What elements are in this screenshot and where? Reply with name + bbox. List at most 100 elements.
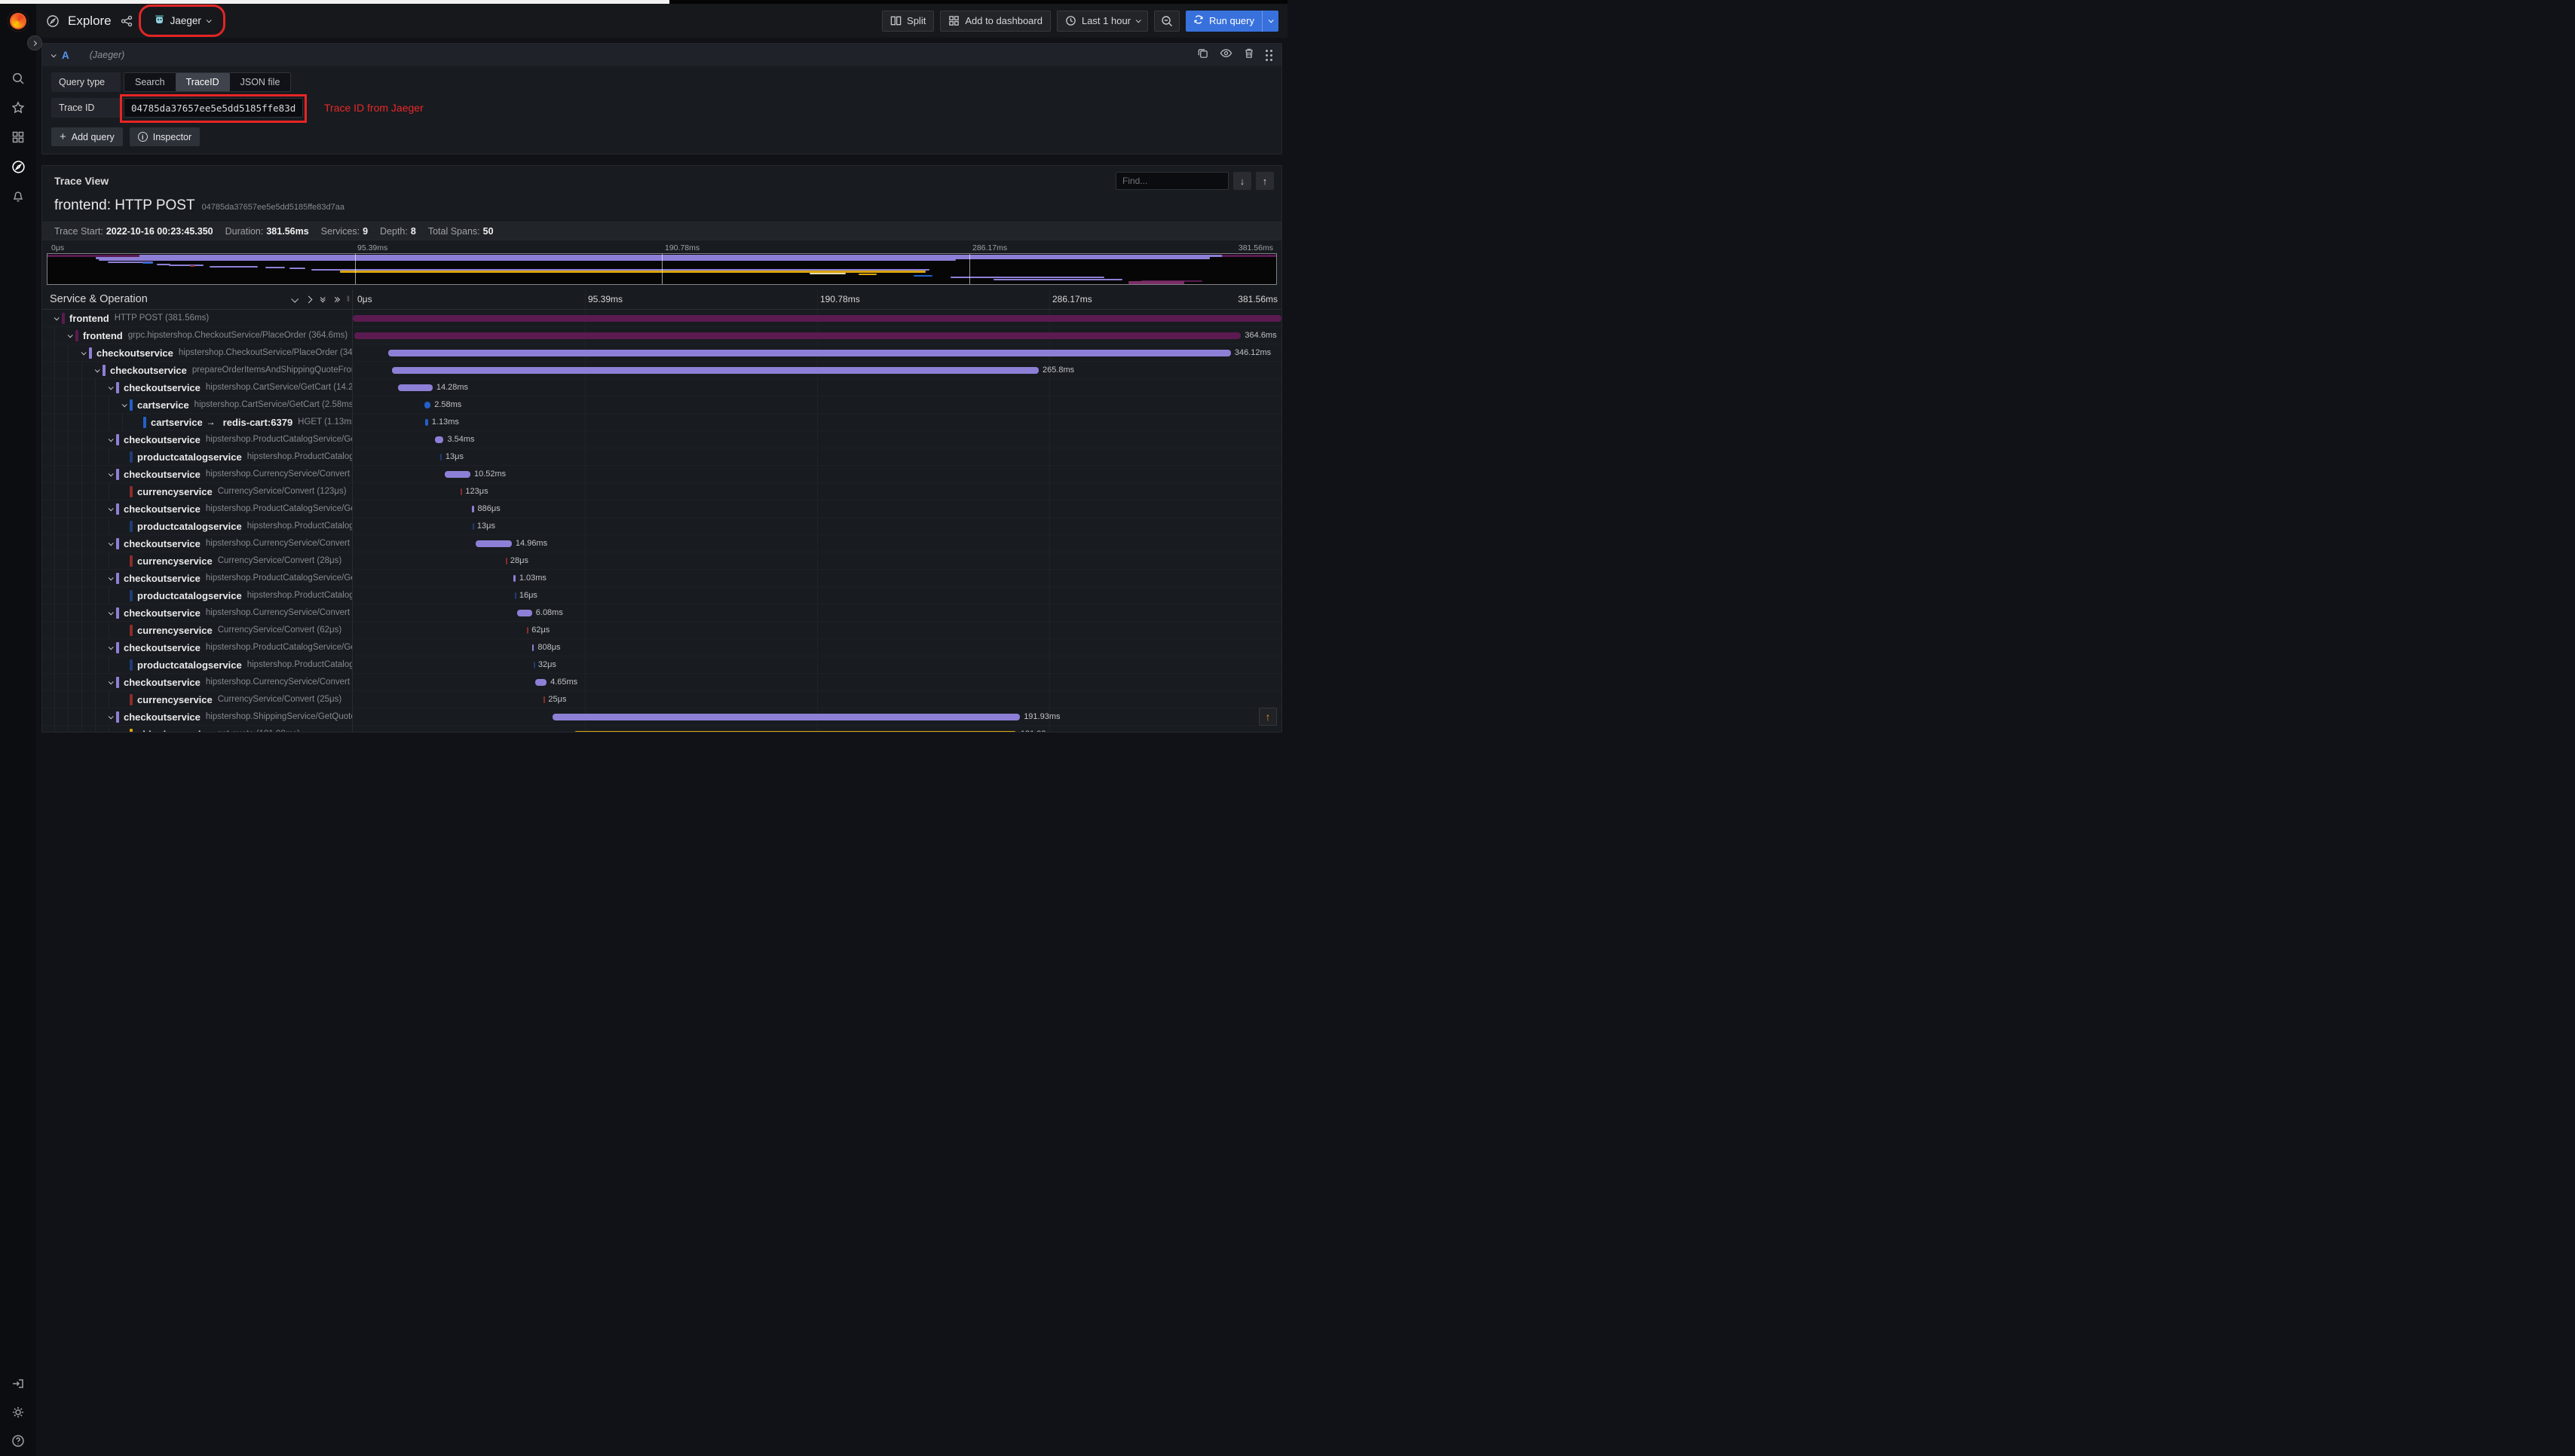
query-type-option-json-file[interactable]: JSON file xyxy=(230,73,291,91)
span-timeline-cell[interactable]: 346.12ms xyxy=(353,344,1281,361)
split-button[interactable]: Split xyxy=(882,10,935,32)
span-row[interactable]: productcatalogservice hipstershop.Product… xyxy=(42,656,1281,674)
span-duration-bar[interactable] xyxy=(425,419,428,426)
span-row[interactable]: checkoutservice hipstershop.CheckoutServi… xyxy=(42,344,1281,362)
span-timeline-cell[interactable]: 2.58ms xyxy=(353,396,1281,413)
span-timeline-cell[interactable]: 123μs xyxy=(353,483,1281,500)
find-next-button[interactable]: ↓ xyxy=(1233,172,1251,190)
span-row[interactable]: currencyservice CurrencyService/Convert (… xyxy=(42,622,1281,639)
trace-minimap[interactable] xyxy=(47,253,1277,285)
query-type-option-traceid[interactable]: TraceID xyxy=(175,73,230,91)
span-timeline-cell[interactable]: 6.08ms xyxy=(353,604,1281,621)
span-tree-cell[interactable]: checkoutservice hipstershop.ProductCatalo… xyxy=(42,431,353,448)
span-tree-cell[interactable]: checkoutservice hipstershop.ShippingServi… xyxy=(42,708,353,725)
span-row[interactable]: shippingservice get-quote (181.98ms) 181.9… xyxy=(42,726,1281,732)
span-tree-cell[interactable]: checkoutservice hipstershop.ProductCatalo… xyxy=(42,570,353,586)
span-collapse-icon[interactable] xyxy=(81,349,87,355)
span-duration-bar[interactable] xyxy=(553,714,1021,720)
span-collapse-icon[interactable] xyxy=(108,540,114,546)
time-range-picker[interactable]: Last 1 hour xyxy=(1056,10,1149,32)
span-timeline-cell[interactable]: 14.96ms xyxy=(353,535,1281,552)
add-to-dashboard-button[interactable]: Add to dashboard xyxy=(940,10,1051,32)
span-tree-cell[interactable]: productcatalogservice hipstershop.Product… xyxy=(42,656,353,673)
span-tree-cell[interactable]: checkoutservice prepareOrderItemsAndShipp… xyxy=(42,362,353,378)
span-row[interactable]: checkoutservice hipstershop.CurrencyServi… xyxy=(42,535,1281,552)
span-duration-bar[interactable] xyxy=(353,315,1281,322)
grafana-logo[interactable] xyxy=(8,11,29,32)
span-duration-bar[interactable] xyxy=(505,558,507,564)
span-duration-bar[interactable] xyxy=(440,454,442,460)
span-row[interactable]: frontend grpc.hipstershop.CheckoutService… xyxy=(42,327,1281,344)
span-collapse-icon[interactable] xyxy=(108,436,114,442)
span-duration-bar[interactable] xyxy=(475,540,512,547)
span-timeline-cell[interactable]: 25μs xyxy=(353,691,1281,708)
span-collapse-icon[interactable] xyxy=(108,678,114,684)
collapse-query-icon[interactable] xyxy=(51,51,57,57)
zoom-out-button[interactable] xyxy=(1154,10,1180,32)
span-row[interactable]: checkoutservice hipstershop.ProductCatalo… xyxy=(42,639,1281,656)
span-tree-cell[interactable]: frontend grpc.hipstershop.CheckoutService… xyxy=(42,327,353,344)
span-tree-cell[interactable]: productcatalogservice hipstershop.Product… xyxy=(42,448,353,465)
span-tree-cell[interactable]: checkoutservice hipstershop.CurrencyServi… xyxy=(42,466,353,482)
span-row[interactable]: cartservice → redis-cart:6379 HGET (1.13ms)… xyxy=(42,414,1281,431)
span-duration-bar[interactable] xyxy=(472,523,474,530)
search-icon[interactable] xyxy=(11,71,26,86)
span-duration-bar[interactable] xyxy=(444,471,470,478)
expand-all-icon[interactable] xyxy=(332,296,340,302)
span-timeline-cell[interactable]: 4.65ms xyxy=(353,674,1281,690)
span-tree-cell[interactable]: currencyservice CurrencyService/Convert (… xyxy=(42,552,353,569)
toggle-visibility-eye-icon[interactable] xyxy=(1220,47,1232,63)
span-tree-cell[interactable]: cartservice → redis-cart:6379 HGET (1.13ms) xyxy=(42,414,353,430)
run-query-button[interactable]: Run query xyxy=(1186,10,1278,32)
span-duration-bar[interactable] xyxy=(397,384,433,391)
scroll-to-top-button[interactable]: ↑ xyxy=(1259,708,1277,726)
delete-query-trash-icon[interactable] xyxy=(1244,47,1254,63)
span-duration-bar[interactable] xyxy=(388,350,1231,356)
span-duration-bar[interactable] xyxy=(435,436,444,443)
span-collapse-icon[interactable] xyxy=(108,713,114,719)
expand-one-icon[interactable] xyxy=(305,295,313,303)
explore-icon[interactable] xyxy=(11,159,26,174)
span-tree-cell[interactable]: checkoutservice hipstershop.CurrencyServi… xyxy=(42,535,353,552)
span-duration-bar[interactable] xyxy=(574,731,1017,732)
span-duration-bar[interactable] xyxy=(514,592,516,599)
span-collapse-icon[interactable] xyxy=(108,470,114,476)
span-collapse-icon[interactable] xyxy=(108,609,114,615)
span-duration-bar[interactable] xyxy=(533,662,535,668)
span-timeline-cell[interactable]: 1.03ms xyxy=(353,570,1281,586)
span-timeline-cell[interactable]: 32μs xyxy=(353,656,1281,673)
span-tree-cell[interactable]: shippingservice get-quote (181.98ms) xyxy=(42,726,353,732)
query-type-option-search[interactable]: Search xyxy=(124,73,176,91)
span-duration-bar[interactable] xyxy=(517,610,532,616)
starred-icon[interactable] xyxy=(11,100,26,115)
span-duration-bar[interactable] xyxy=(527,627,528,634)
span-tree-cell[interactable]: cartservice hipstershop.CartService/GetCa… xyxy=(42,396,353,413)
span-duration-bar[interactable] xyxy=(424,402,431,408)
span-collapse-icon[interactable] xyxy=(94,366,100,372)
span-row[interactable]: cartservice hipstershop.CartService/GetCa… xyxy=(42,396,1281,414)
span-timeline-cell[interactable]: 886μs xyxy=(353,500,1281,517)
span-timeline-cell[interactable]: 191.93ms xyxy=(353,708,1281,725)
sign-in-icon[interactable] xyxy=(11,1376,26,1391)
span-collapse-icon[interactable] xyxy=(108,644,114,650)
find-prev-button[interactable]: ↑ xyxy=(1256,172,1274,190)
span-collapse-icon[interactable] xyxy=(121,730,127,732)
span-timeline-cell[interactable]: 14.28ms xyxy=(353,379,1281,396)
span-tree-cell[interactable]: productcatalogservice hipstershop.Product… xyxy=(42,587,353,604)
dashboards-icon[interactable] xyxy=(11,130,26,145)
span-row[interactable]: productcatalogservice hipstershop.Product… xyxy=(42,587,1281,604)
span-row[interactable]: currencyservice CurrencyService/Convert (… xyxy=(42,691,1281,708)
sidebar-expand-button[interactable] xyxy=(27,35,42,50)
span-duration-bar[interactable] xyxy=(471,506,474,512)
run-query-dropdown[interactable] xyxy=(1262,10,1278,32)
help-icon[interactable] xyxy=(11,1433,26,1448)
span-row[interactable]: checkoutservice hipstershop.CurrencyServi… xyxy=(42,466,1281,483)
span-tree-cell[interactable]: currencyservice CurrencyService/Convert (… xyxy=(42,483,353,500)
span-row[interactable]: checkoutservice hipstershop.CurrencyServi… xyxy=(42,604,1281,622)
span-collapse-icon[interactable] xyxy=(54,314,60,320)
span-collapse-icon[interactable] xyxy=(67,332,73,338)
drag-handle-icon[interactable] xyxy=(1266,49,1272,61)
span-timeline-cell[interactable]: 62μs xyxy=(353,622,1281,638)
span-tree-cell[interactable]: currencyservice CurrencyService/Convert (… xyxy=(42,691,353,708)
add-query-button[interactable]: + Add query xyxy=(51,127,123,146)
